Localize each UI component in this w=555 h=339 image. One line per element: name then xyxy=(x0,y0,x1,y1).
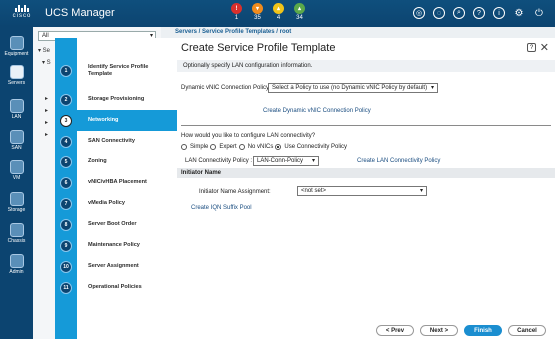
step-vmedia-policy[interactable]: 7 vMedia Policy xyxy=(55,193,177,214)
radio-no-vnics[interactable] xyxy=(238,144,245,150)
next-button[interactable]: Next > xyxy=(420,325,458,336)
rail-chassis[interactable]: Chassis xyxy=(0,223,33,244)
fault-summary: ! 1 ▾ 35 ▴ 4 ▴ 34 xyxy=(230,3,306,21)
rail-admin[interactable]: Admin xyxy=(0,254,33,275)
lan-policy-label: LAN Connectivity Policy : xyxy=(185,158,253,164)
radio-simple[interactable] xyxy=(181,144,187,150)
initiator-name-select[interactable]: <not set> ▾ xyxy=(297,186,427,196)
create-dynamic-vnic-link[interactable]: Create Dynamic vNIC Connection Policy xyxy=(263,108,371,114)
dropdown-arrow-icon: ▾ xyxy=(419,188,423,194)
close-icon[interactable]: ✕ xyxy=(540,41,549,54)
create-service-profile-template-wizard: 1 Identify Service Profile Template 2 Stor… xyxy=(55,38,555,339)
step-server-assignment[interactable]: 10 Server Assignment xyxy=(55,256,177,277)
step-san-connectivity[interactable]: 4 SAN Connectivity xyxy=(55,131,177,152)
cancel-button[interactable]: Cancel xyxy=(508,325,546,336)
rail-equipment[interactable]: Equipment xyxy=(0,36,33,57)
help-icon[interactable]: ? xyxy=(527,43,536,52)
vm-icon xyxy=(9,160,24,174)
step-server-boot-order[interactable]: 8 Server Boot Order xyxy=(55,214,177,235)
step-storage-provisioning[interactable]: 2 Storage Provisioning xyxy=(55,89,177,110)
create-lan-connectivity-link[interactable]: Create LAN Connectivity Policy xyxy=(357,158,440,164)
rail-lan[interactable]: LAN xyxy=(0,99,33,120)
wizard-title: Create Service Profile Template xyxy=(181,42,336,54)
chassis-icon xyxy=(9,223,24,237)
settings-gear-icon[interactable]: ⚙ xyxy=(513,7,525,19)
warning-fault-indicator[interactable]: ▴ 34 xyxy=(293,3,306,21)
rail-storage[interactable]: Storage xyxy=(0,192,33,213)
lan-config-radio-group: Simple Expert No vNICs Use Connectivity … xyxy=(181,144,347,150)
info-icon[interactable]: i xyxy=(493,7,505,19)
step-vnic-vhba-placement[interactable]: 6 vNIC/vHBA Placement xyxy=(55,172,177,193)
breadcrumb[interactable]: Servers / Service Profile Templates / ro… xyxy=(161,27,555,38)
dynamic-vnic-policy-select[interactable]: Select a Policy to use (no Dynamic vNIC … xyxy=(268,83,438,93)
top-toolbar: ◎ ◌ ⌕ ? i ⚙ ⏻ xyxy=(413,7,545,19)
step-networking[interactable]: 3 Networking xyxy=(55,110,177,131)
create-iqn-suffix-pool-link[interactable]: Create IQN Suffix Pool xyxy=(191,205,252,211)
step-identify[interactable]: 1 Identify Service Profile Template xyxy=(55,60,177,81)
dropdown-arrow-icon: ▾ xyxy=(311,158,315,164)
nav-rail: Equipment Servers LAN SAN VM Storage Cha… xyxy=(0,27,33,339)
lan-question: How would you like to configure LAN conn… xyxy=(181,133,316,139)
pending-activities-icon[interactable]: ◎ xyxy=(413,7,425,19)
storage-icon xyxy=(9,192,24,206)
initiator-name-label: Initiator Name Assignment: xyxy=(199,189,271,195)
cisco-logo: cisco xyxy=(7,4,37,22)
wizard-subtitle: Optionally specify LAN configuration inf… xyxy=(177,60,555,72)
rail-servers[interactable]: Servers xyxy=(0,65,33,86)
tree-node[interactable]: ▾ S xyxy=(42,59,51,66)
rail-san[interactable]: SAN xyxy=(0,130,33,151)
servers-icon xyxy=(9,65,24,79)
major-fault-indicator[interactable]: ▾ 35 xyxy=(251,3,264,21)
top-header: cisco UCS Manager ! 1 ▾ 35 ▴ 4 ▴ 34 ◎ ◌ … xyxy=(0,0,555,27)
info-circle-icon[interactable]: ◌ xyxy=(433,7,445,19)
dynamic-vnic-label: Dynamic vNIC Connection Policy: xyxy=(181,85,271,91)
step-zoning[interactable]: 5 Zoning xyxy=(55,151,177,172)
rail-vm[interactable]: VM xyxy=(0,160,33,181)
divider xyxy=(181,125,551,126)
tree-node[interactable]: ▸ xyxy=(45,107,48,114)
dropdown-arrow-icon: ▾ xyxy=(430,85,434,91)
initiator-section-header: Initiator Name xyxy=(177,168,555,178)
minor-fault-indicator[interactable]: ▴ 4 xyxy=(272,3,285,21)
prev-button[interactable]: < Prev xyxy=(376,325,414,336)
tree-node[interactable]: ▸ xyxy=(45,119,48,126)
admin-icon xyxy=(9,254,24,268)
wizard-content: Create Service Profile Template ? ✕ Opti… xyxy=(177,38,555,339)
step-maintenance-policy[interactable]: 9 Maintenance Policy xyxy=(55,235,177,256)
wizard-steps: 1 Identify Service Profile Template 2 Stor… xyxy=(55,38,177,339)
tree-node[interactable]: ▸ xyxy=(45,95,48,102)
power-icon[interactable]: ⏻ xyxy=(533,7,545,19)
step-operational-policies[interactable]: 11 Operational Policies xyxy=(55,277,177,298)
radio-use-connectivity-policy[interactable] xyxy=(275,144,282,150)
critical-icon: ! xyxy=(231,3,242,14)
warning-icon: ▴ xyxy=(294,3,305,14)
tree-node[interactable]: ▾ Se xyxy=(38,47,50,54)
san-icon xyxy=(9,130,24,144)
search-icon[interactable]: ⌕ xyxy=(453,7,465,19)
finish-button[interactable]: Finish xyxy=(464,325,502,336)
critical-fault-indicator[interactable]: ! 1 xyxy=(230,3,243,21)
help-icon[interactable]: ? xyxy=(473,7,485,19)
major-icon: ▾ xyxy=(252,3,263,14)
equipment-icon xyxy=(9,36,24,50)
app-title: UCS Manager xyxy=(45,7,115,19)
lan-icon xyxy=(9,99,24,113)
tree-node[interactable]: ▸ xyxy=(45,131,48,138)
radio-expert[interactable] xyxy=(210,144,217,150)
minor-icon: ▴ xyxy=(273,3,284,14)
lan-connectivity-policy-select[interactable]: LAN-Conn-Policy ▾ xyxy=(253,156,319,166)
wizard-footer: < Prev Next > Finish Cancel xyxy=(177,325,555,339)
